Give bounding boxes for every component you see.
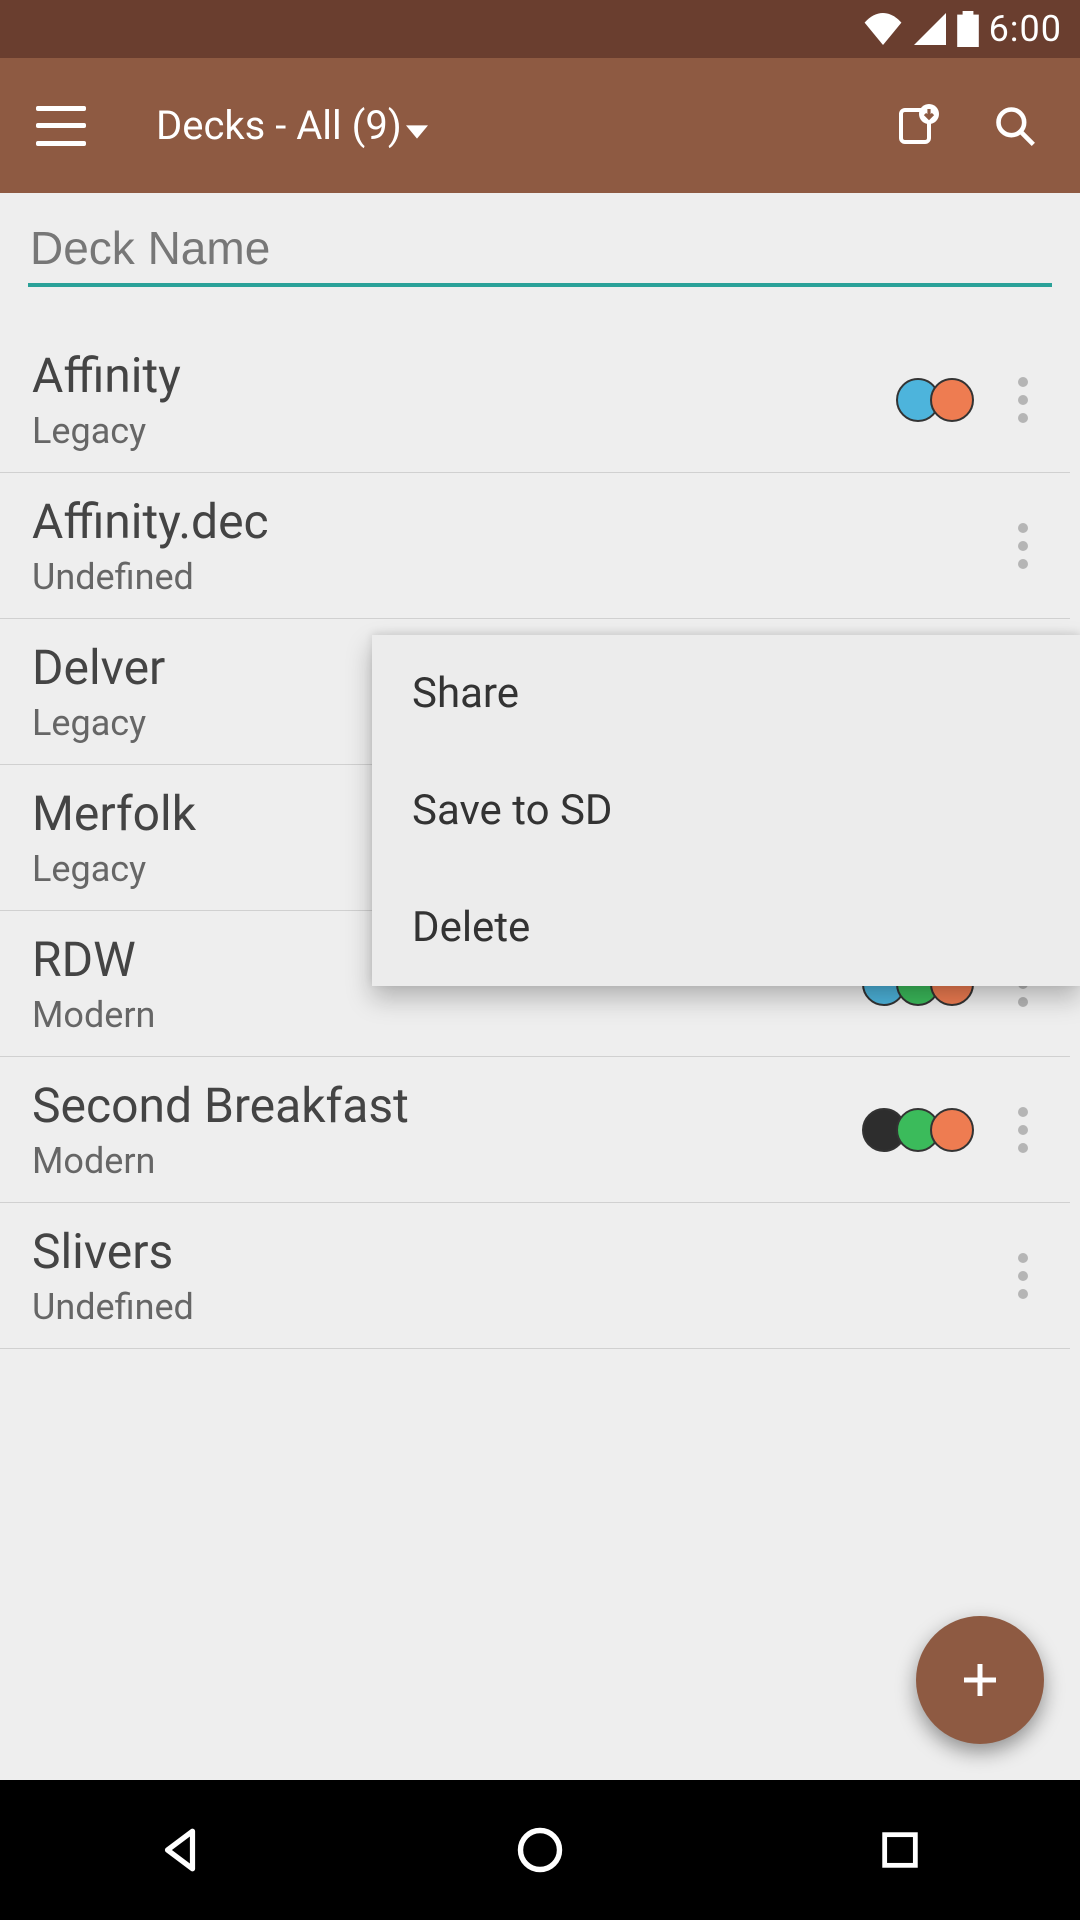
plus-icon — [956, 1656, 1004, 1704]
battery-icon — [957, 11, 979, 47]
overflow-menu: Share Save to SD Delete — [372, 635, 1080, 986]
menu-item-delete[interactable]: Delete — [372, 869, 1080, 986]
import-icon[interactable] — [882, 91, 952, 161]
status-bar: 6:00 — [0, 0, 1080, 58]
overflow-icon[interactable] — [998, 1100, 1048, 1160]
search-wrap — [0, 193, 1080, 287]
deck-format: Legacy — [32, 410, 896, 452]
overflow-icon[interactable] — [998, 1246, 1048, 1306]
deck-name: Second Breakfast — [32, 1077, 862, 1134]
deck-format: Modern — [32, 994, 862, 1036]
screen: 6:00 Decks - All (9) — [0, 0, 1080, 1920]
deck-info: Slivers Undefined — [32, 1223, 974, 1328]
mana-colors — [862, 1108, 974, 1152]
deck-row[interactable]: Slivers Undefined — [0, 1203, 1070, 1349]
deck-name: Affinity.dec — [32, 493, 974, 550]
deck-info: Affinity Legacy — [32, 347, 896, 452]
menu-icon[interactable] — [36, 106, 86, 146]
title-dropdown[interactable]: Decks - All (9) — [156, 102, 428, 149]
mana-pip-red — [930, 378, 974, 422]
recents-button[interactable] — [870, 1820, 930, 1880]
deck-info: Affinity.dec Undefined — [32, 493, 974, 598]
overflow-icon[interactable] — [998, 370, 1048, 430]
cell-signal-icon — [913, 13, 947, 45]
overflow-icon[interactable] — [998, 516, 1048, 576]
deck-format: Modern — [32, 1140, 862, 1182]
deck-row[interactable]: Second Breakfast Modern — [0, 1057, 1070, 1203]
search-icon[interactable] — [980, 91, 1050, 161]
system-navbar — [0, 1780, 1080, 1920]
add-deck-fab[interactable] — [916, 1616, 1044, 1744]
deck-name-input[interactable] — [28, 215, 1052, 287]
deck-row[interactable]: Affinity Legacy — [0, 327, 1070, 473]
deck-row[interactable]: Affinity.dec Undefined — [0, 473, 1070, 619]
main: AffinityLegacyAffinity.decUndefinedDelve… — [0, 193, 1080, 1780]
status-time: 6:00 — [989, 8, 1062, 50]
deck-name: Slivers — [32, 1223, 974, 1280]
deck-name: Affinity — [32, 347, 896, 404]
deck-format: Undefined — [32, 1286, 974, 1328]
wifi-icon — [863, 13, 903, 45]
mana-colors — [896, 378, 974, 422]
menu-item-save-to-sd[interactable]: Save to SD — [372, 752, 1080, 869]
home-button[interactable] — [510, 1820, 570, 1880]
menu-item-share[interactable]: Share — [372, 635, 1080, 752]
mana-pip-red — [930, 1108, 974, 1152]
toolbar-title: Decks - All (9) — [156, 102, 402, 149]
chevron-down-icon — [406, 102, 428, 149]
back-button[interactable] — [150, 1820, 210, 1880]
toolbar: Decks - All (9) — [0, 58, 1080, 193]
deck-info: Second Breakfast Modern — [32, 1077, 862, 1182]
deck-format: Undefined — [32, 556, 974, 598]
